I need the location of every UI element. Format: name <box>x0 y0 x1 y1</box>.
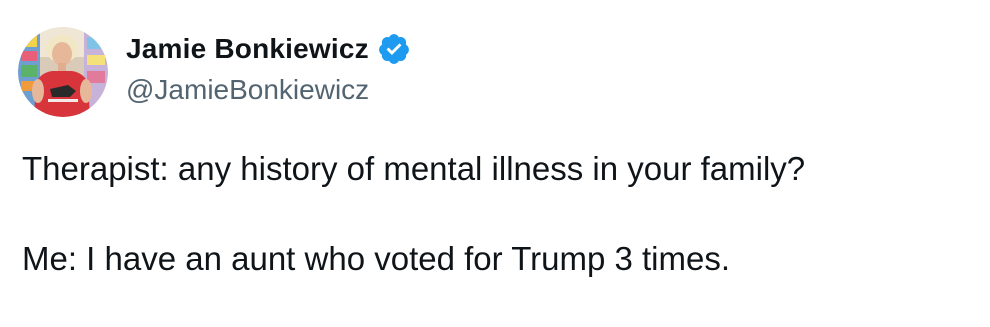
tweet-card: Jamie Bonkiewicz @JamieBonkiewicz Therap… <box>0 0 990 327</box>
tweet-line: Me: I have an aunt who voted for Trump 3… <box>22 240 731 277</box>
line-spacer <box>22 191 962 236</box>
tweet-line: Therapist: any history of mental illness… <box>22 150 806 187</box>
avatar[interactable] <box>18 27 108 117</box>
author-info: Jamie Bonkiewicz @JamieBonkiewicz <box>126 30 411 106</box>
author-handle[interactable]: @JamieBonkiewicz <box>126 74 411 106</box>
author-display-name[interactable]: Jamie Bonkiewicz <box>126 33 369 65</box>
verified-badge-icon[interactable] <box>377 32 411 66</box>
avatar-image <box>18 27 108 117</box>
tweet-text: Therapist: any history of mental illness… <box>22 146 962 281</box>
name-row: Jamie Bonkiewicz <box>126 30 411 68</box>
